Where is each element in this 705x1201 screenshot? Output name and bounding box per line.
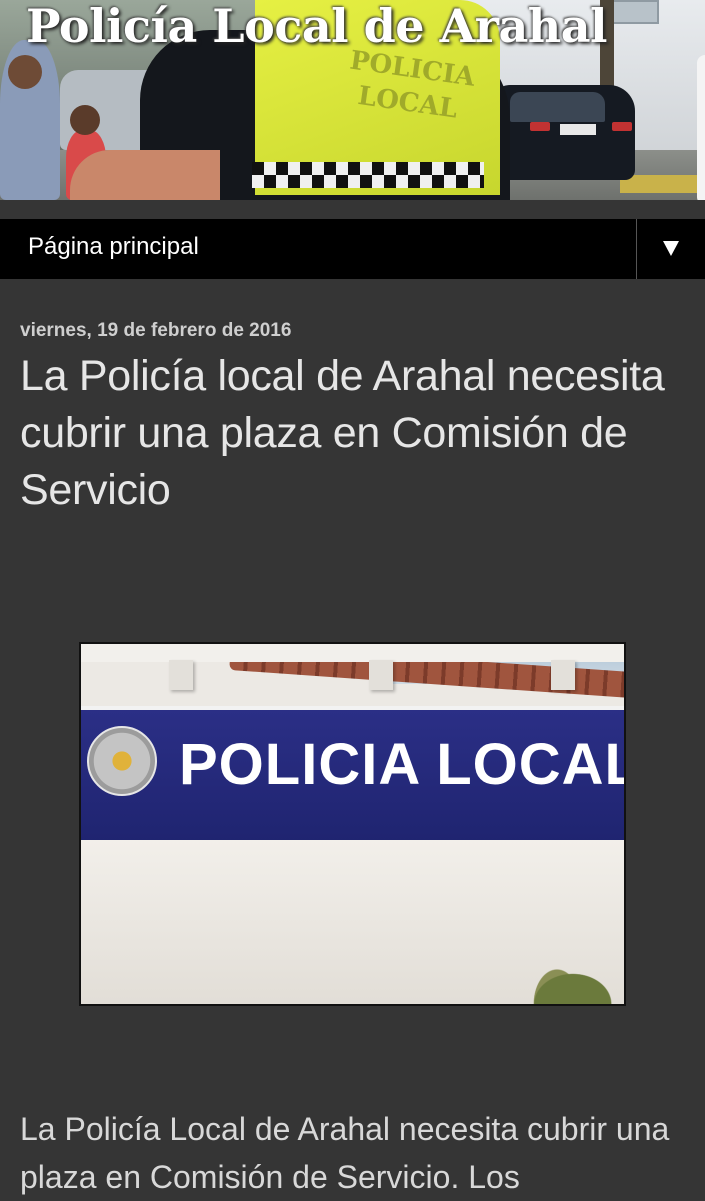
banner-car-taillight [612, 122, 632, 131]
image-police-sign: POLICIA LOCAL [81, 706, 624, 846]
banner-vest-checker-band [252, 175, 484, 188]
nav-current-page[interactable]: Página principal [28, 219, 199, 275]
banner-license-plate [560, 124, 596, 135]
dropdown-arrow-icon [663, 241, 679, 256]
image-roof-beam [369, 660, 393, 690]
banner-scroll-edge [697, 55, 705, 200]
banner-officer-arm [70, 150, 220, 200]
blog-title[interactable]: Policía Local de Arahal [26, 0, 608, 56]
post-date: viernes, 19 de febrero de 2016 [20, 320, 292, 341]
post-body-text: La Policía Local de Arahal necesita cubr… [20, 1111, 670, 1195]
banner-car-taillight [530, 122, 550, 131]
banner-pedestrian-head [8, 55, 42, 89]
banner-curb [620, 175, 705, 193]
banner-car-window [510, 92, 605, 122]
police-seal-icon [87, 726, 157, 796]
post-title[interactable]: La Policía local de Arahal necesita cubr… [20, 348, 680, 519]
image-plant [496, 944, 624, 1004]
image-roof-beam [551, 660, 575, 690]
image-sign-lettering: POLICIA LOCAL [179, 732, 626, 797]
image-eave [81, 644, 624, 662]
banner-child-head [70, 105, 100, 135]
post-image[interactable]: POLICIA LOCAL [79, 642, 626, 1006]
nav-dropdown-button[interactable] [637, 219, 705, 279]
image-roof-beam [169, 660, 193, 690]
header-banner[interactable]: POLICIA LOCAL Policía Local de Arahal [0, 0, 705, 200]
page-nav-bar: Página principal [0, 219, 705, 279]
